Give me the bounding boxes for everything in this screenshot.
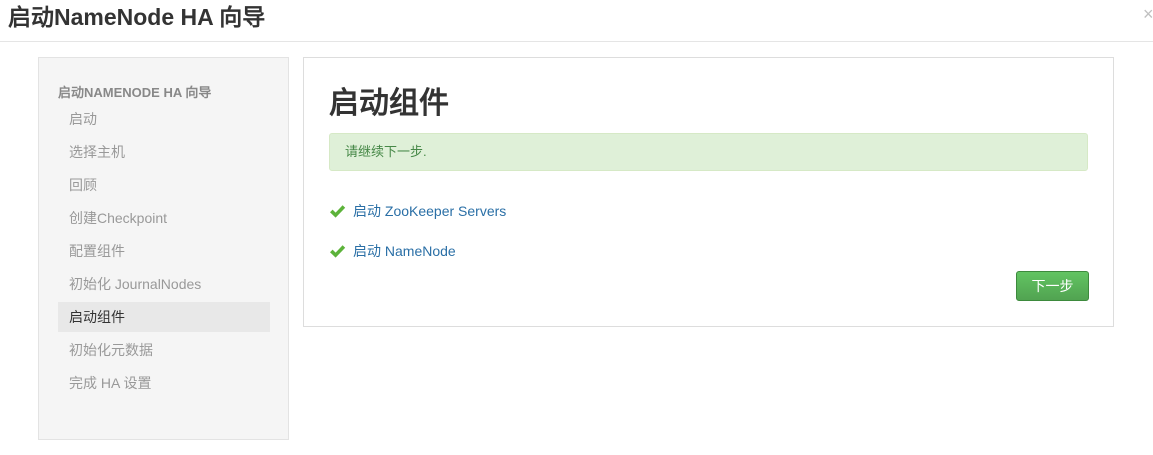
page-title: 启动组件: [329, 87, 449, 120]
task-label[interactable]: 启动 ZooKeeper Servers: [353, 201, 506, 221]
step-list: 启动 选择主机 回顾 创建Checkpoint 配置组件 初始化 Journal…: [58, 104, 270, 401]
step-initialize-journalnodes: 初始化 JournalNodes: [69, 276, 202, 292]
close-button[interactable]: ×: [1143, 4, 1153, 24]
task-start-namenode: 启动 NameNode: [329, 241, 456, 261]
success-alert: 请继续下一步.: [329, 133, 1088, 171]
step-start-components: 启动组件: [58, 302, 270, 332]
modal-title: 启动NameNode HA 向导: [8, 4, 266, 30]
modal-header: 启动NameNode HA 向导 ×: [0, 0, 1153, 42]
check-icon: [330, 244, 346, 258]
task-label[interactable]: 启动 NameNode: [353, 241, 456, 261]
step-initialize-metadata: 初始化元数据: [69, 342, 153, 358]
step-review: 回顾: [69, 177, 97, 193]
step-finalize-ha-setup: 完成 HA 设置: [69, 375, 152, 391]
step-configure-components: 配置组件: [69, 243, 125, 259]
step-create-checkpoint: 创建Checkpoint: [69, 210, 168, 226]
wizard-page: 启动NameNode HA 向导 × 启动NAMENODE HA 向导 启动 选…: [0, 0, 1153, 455]
sidebar-heading: 启动NAMENODE HA 向导: [58, 85, 212, 100]
wizard-sidebar: 启动NAMENODE HA 向导 启动 选择主机 回顾 创建Checkpoint…: [38, 57, 289, 440]
step-select-hosts: 选择主机: [69, 144, 125, 160]
step-start: 启动: [69, 111, 97, 127]
next-button[interactable]: 下一步: [1016, 271, 1089, 301]
check-icon: [330, 204, 346, 218]
task-start-zookeeper: 启动 ZooKeeper Servers: [329, 201, 506, 221]
wizard-content: 启动组件 请继续下一步. 启动 ZooKeeper Servers 启动 Nam…: [303, 57, 1114, 327]
